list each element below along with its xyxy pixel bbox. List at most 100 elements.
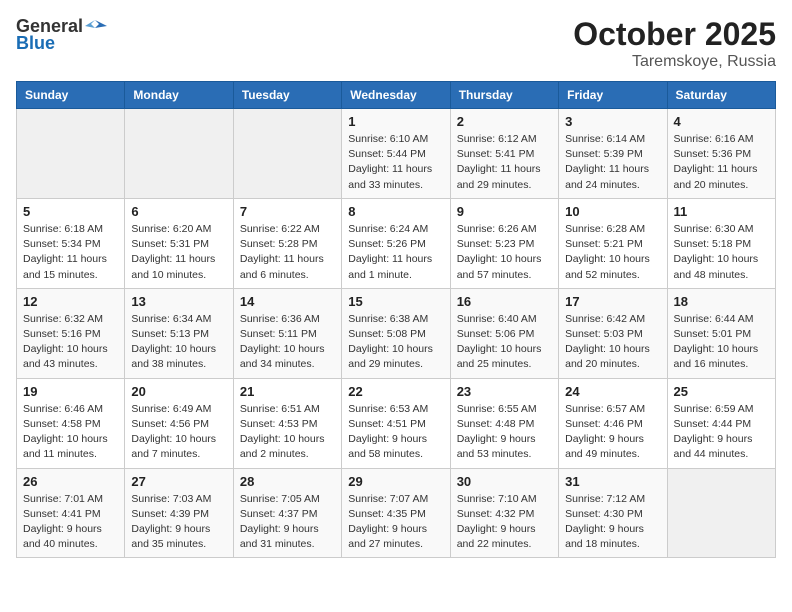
calendar-cell: 20 Sunrise: 6:49 AMSunset: 4:56 PMDayligh… (125, 378, 233, 468)
day-of-week-header: Monday (125, 82, 233, 109)
calendar-cell: 28 Sunrise: 7:05 AMSunset: 4:37 PMDayligh… (233, 468, 341, 558)
day-number: 17 (565, 294, 660, 309)
calendar-cell: 5 Sunrise: 6:18 AMSunset: 5:34 PMDaylight… (17, 198, 125, 288)
calendar-cell: 2Sunrise: 6:12 AMSunset: 5:41 PMDaylight… (450, 109, 558, 199)
calendar-cell: 16 Sunrise: 6:40 AMSunset: 5:06 PMDayligh… (450, 288, 558, 378)
calendar-cell: 17 Sunrise: 6:42 AMSunset: 5:03 PMDayligh… (559, 288, 667, 378)
day-info: Sunrise: 6:59 AMSunset: 4:44 PMDaylight:… (674, 402, 769, 463)
calendar-cell: 22 Sunrise: 6:53 AMSunset: 4:51 PMDayligh… (342, 378, 450, 468)
day-of-week-header: Saturday (667, 82, 775, 109)
calendar-week-row: 1Sunrise: 6:10 AMSunset: 5:44 PMDaylight… (17, 109, 776, 199)
calendar-cell: 29Sunrise: 7:07 AMSunset: 4:35 PMDayligh… (342, 468, 450, 558)
day-info: Sunrise: 6:49 AMSunset: 4:56 PMDaylight:… (131, 402, 226, 463)
day-info: Sunrise: 6:28 AMSunset: 5:21 PMDaylight:… (565, 222, 660, 283)
day-number: 24 (565, 384, 660, 399)
calendar-cell: 15 Sunrise: 6:38 AMSunset: 5:08 PMDayligh… (342, 288, 450, 378)
calendar-cell: 18 Sunrise: 6:44 AMSunset: 5:01 PMDayligh… (667, 288, 775, 378)
calendar-cell (125, 109, 233, 199)
day-info: Sunrise: 6:30 AMSunset: 5:18 PMDaylight:… (674, 222, 769, 283)
day-info: Sunrise: 7:01 AMSunset: 4:41 PMDaylight:… (23, 492, 118, 553)
day-number: 22 (348, 384, 443, 399)
day-number: 20 (131, 384, 226, 399)
day-info: Sunrise: 6:42 AMSunset: 5:03 PMDaylight:… (565, 312, 660, 373)
day-number: 28 (240, 474, 335, 489)
logo: General Blue (16, 16, 107, 54)
day-number: 19 (23, 384, 118, 399)
calendar-cell: 13Sunrise: 6:34 AMSunset: 5:13 PMDayligh… (125, 288, 233, 378)
day-info: Sunrise: 6:44 AMSunset: 5:01 PMDaylight:… (674, 312, 769, 373)
day-number: 23 (457, 384, 552, 399)
day-info: Sunrise: 7:05 AMSunset: 4:37 PMDaylight:… (240, 492, 335, 553)
day-info: Sunrise: 6:20 AMSunset: 5:31 PMDaylight:… (131, 222, 226, 283)
calendar-body: 1Sunrise: 6:10 AMSunset: 5:44 PMDaylight… (17, 109, 776, 558)
day-info: Sunrise: 6:51 AMSunset: 4:53 PMDaylight:… (240, 402, 335, 463)
day-info: Sunrise: 6:40 AMSunset: 5:06 PMDaylight:… (457, 312, 552, 373)
day-info: Sunrise: 7:10 AMSunset: 4:32 PMDaylight:… (457, 492, 552, 553)
day-number: 31 (565, 474, 660, 489)
calendar-cell: 6 Sunrise: 6:20 AMSunset: 5:31 PMDaylight… (125, 198, 233, 288)
day-number: 2 (457, 114, 552, 129)
day-of-week-header: Wednesday (342, 82, 450, 109)
day-number: 6 (131, 204, 226, 219)
day-info: Sunrise: 6:22 AMSunset: 5:28 PMDaylight:… (240, 222, 335, 283)
calendar-header-row: SundayMondayTuesdayWednesdayThursdayFrid… (17, 82, 776, 109)
day-number: 15 (348, 294, 443, 309)
day-number: 16 (457, 294, 552, 309)
day-number: 29 (348, 474, 443, 489)
calendar-cell (667, 468, 775, 558)
day-of-week-header: Friday (559, 82, 667, 109)
calendar-cell (233, 109, 341, 199)
day-info: Sunrise: 6:36 AMSunset: 5:11 PMDaylight:… (240, 312, 335, 373)
day-info: Sunrise: 6:38 AMSunset: 5:08 PMDaylight:… (348, 312, 443, 373)
calendar-week-row: 12 Sunrise: 6:32 AMSunset: 5:16 PMDayligh… (17, 288, 776, 378)
day-info: Sunrise: 6:57 AMSunset: 4:46 PMDaylight:… (565, 402, 660, 463)
day-info: Sunrise: 6:14 AMSunset: 5:39 PMDaylight:… (565, 132, 660, 193)
logo-blue-text: Blue (16, 33, 55, 54)
calendar-cell: 14 Sunrise: 6:36 AMSunset: 5:11 PMDayligh… (233, 288, 341, 378)
calendar-cell: 19 Sunrise: 6:46 AMSunset: 4:58 PMDayligh… (17, 378, 125, 468)
calendar-cell: 30Sunrise: 7:10 AMSunset: 4:32 PMDayligh… (450, 468, 558, 558)
calendar-cell: 8 Sunrise: 6:24 AMSunset: 5:26 PMDaylight… (342, 198, 450, 288)
day-info: Sunrise: 6:32 AMSunset: 5:16 PMDaylight:… (23, 312, 118, 373)
calendar-cell: 12 Sunrise: 6:32 AMSunset: 5:16 PMDayligh… (17, 288, 125, 378)
day-of-week-header: Tuesday (233, 82, 341, 109)
calendar-header: SundayMondayTuesdayWednesdayThursdayFrid… (17, 82, 776, 109)
calendar-cell: 21Sunrise: 6:51 AMSunset: 4:53 PMDayligh… (233, 378, 341, 468)
day-info: Sunrise: 6:46 AMSunset: 4:58 PMDaylight:… (23, 402, 118, 463)
day-number: 12 (23, 294, 118, 309)
day-number: 26 (23, 474, 118, 489)
day-info: Sunrise: 6:24 AMSunset: 5:26 PMDaylight:… (348, 222, 443, 283)
calendar-cell: 31Sunrise: 7:12 AMSunset: 4:30 PMDayligh… (559, 468, 667, 558)
calendar-week-row: 5 Sunrise: 6:18 AMSunset: 5:34 PMDaylight… (17, 198, 776, 288)
day-number: 8 (348, 204, 443, 219)
day-number: 25 (674, 384, 769, 399)
day-info: Sunrise: 6:18 AMSunset: 5:34 PMDaylight:… (23, 222, 118, 283)
calendar-cell: 9Sunrise: 6:26 AMSunset: 5:23 PMDaylight… (450, 198, 558, 288)
calendar-location: Taremskoye, Russia (573, 53, 776, 71)
day-info: Sunrise: 6:26 AMSunset: 5:23 PMDaylight:… (457, 222, 552, 283)
day-number: 5 (23, 204, 118, 219)
calendar-cell: 23 Sunrise: 6:55 AMSunset: 4:48 PMDayligh… (450, 378, 558, 468)
day-number: 4 (674, 114, 769, 129)
day-info: Sunrise: 7:03 AMSunset: 4:39 PMDaylight:… (131, 492, 226, 553)
calendar-cell: 27Sunrise: 7:03 AMSunset: 4:39 PMDayligh… (125, 468, 233, 558)
day-info: Sunrise: 6:55 AMSunset: 4:48 PMDaylight:… (457, 402, 552, 463)
day-of-week-header: Thursday (450, 82, 558, 109)
title-block: October 2025 Taremskoye, Russia (573, 16, 776, 71)
calendar-cell (17, 109, 125, 199)
calendar-table: SundayMondayTuesdayWednesdayThursdayFrid… (16, 81, 776, 558)
logo-bird-icon (85, 18, 107, 36)
day-number: 11 (674, 204, 769, 219)
day-number: 14 (240, 294, 335, 309)
calendar-cell: 11 Sunrise: 6:30 AMSunset: 5:18 PMDayligh… (667, 198, 775, 288)
calendar-cell: 26 Sunrise: 7:01 AMSunset: 4:41 PMDayligh… (17, 468, 125, 558)
calendar-cell: 25 Sunrise: 6:59 AMSunset: 4:44 PMDayligh… (667, 378, 775, 468)
day-of-week-header: Sunday (17, 82, 125, 109)
calendar-title: October 2025 (573, 16, 776, 53)
day-info: Sunrise: 6:53 AMSunset: 4:51 PMDaylight:… (348, 402, 443, 463)
page-header: General Blue October 2025 Taremskoye, Ru… (16, 16, 776, 71)
day-number: 10 (565, 204, 660, 219)
calendar-cell: 10 Sunrise: 6:28 AMSunset: 5:21 PMDayligh… (559, 198, 667, 288)
day-number: 18 (674, 294, 769, 309)
calendar-week-row: 19 Sunrise: 6:46 AMSunset: 4:58 PMDayligh… (17, 378, 776, 468)
